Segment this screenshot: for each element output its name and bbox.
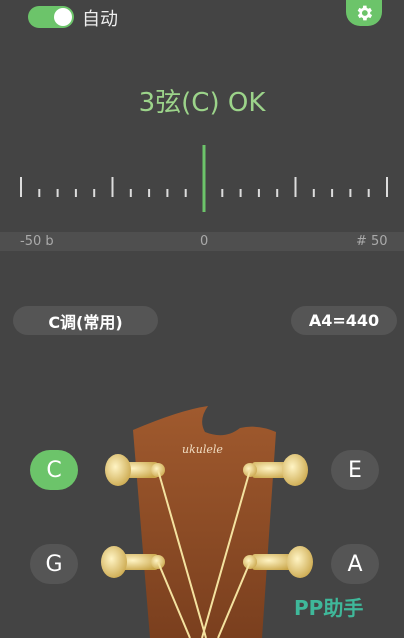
brand-logo: ukulele bbox=[182, 443, 223, 456]
tuning-meter bbox=[20, 145, 388, 212]
scale-label-sharp: # 50 bbox=[356, 234, 388, 249]
key-select-button[interactable]: C调(常用) bbox=[13, 306, 158, 335]
watermark-text: PP助手 bbox=[294, 596, 364, 620]
scale-label-flat: -50 b bbox=[20, 234, 54, 249]
gear-icon bbox=[357, 5, 373, 21]
string-button-c[interactable]: C bbox=[30, 450, 78, 490]
auto-toggle[interactable] bbox=[28, 6, 74, 28]
settings-button[interactable] bbox=[346, 0, 382, 26]
auto-label: 自动 bbox=[82, 9, 118, 30]
string-button-e[interactable]: E bbox=[331, 450, 379, 490]
scale-label-center: 0 bbox=[200, 234, 209, 249]
ukulele-headstock: ukulele bbox=[101, 406, 313, 638]
headstock-body bbox=[133, 406, 276, 638]
tuning-status: 3弦(C) OK bbox=[138, 88, 266, 118]
string-button-a[interactable]: A bbox=[331, 544, 379, 584]
string-button-g[interactable]: G bbox=[30, 544, 78, 584]
pitch-reference-button[interactable]: A4=440 bbox=[291, 306, 397, 335]
toggle-knob bbox=[54, 8, 72, 26]
